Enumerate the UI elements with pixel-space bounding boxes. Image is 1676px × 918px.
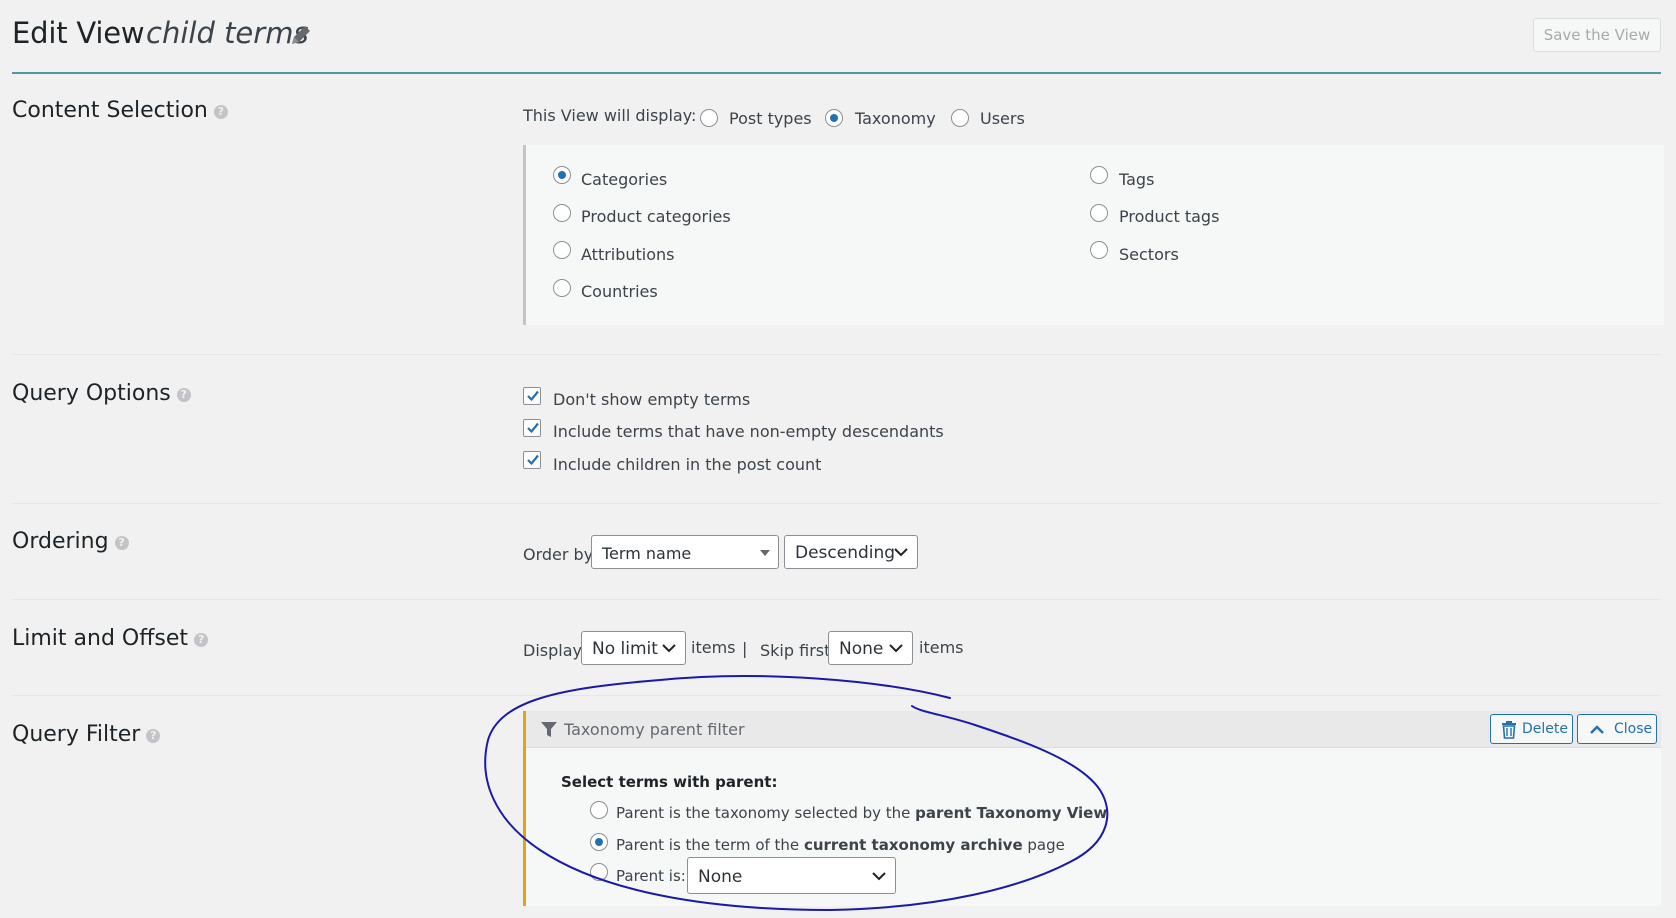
query-options-heading: Query Options? (12, 381, 191, 406)
option2-bold: current taxonomy archive (803, 836, 1023, 854)
section-divider (12, 354, 1661, 355)
question-mark-icon[interactable]: ? (114, 536, 129, 550)
save-view-button[interactable]: Save the View (1533, 18, 1661, 52)
query-filter-heading: Query Filter? (12, 722, 161, 747)
items-label: items (691, 638, 736, 657)
close-filter-button[interactable]: Close (1577, 714, 1657, 744)
question-mark-icon[interactable]: ? (146, 729, 161, 743)
limit-offset-label: Limit and Offset (12, 626, 189, 651)
radio-countries[interactable] (553, 279, 571, 297)
trash-icon (1502, 721, 1516, 739)
checkbox-children-count-label[interactable]: Include children in the post count (553, 455, 821, 474)
section-divider (12, 695, 1661, 696)
order-by-value: Term name (602, 544, 692, 563)
question-mark-icon[interactable]: ? (213, 105, 228, 119)
checkbox-hide-empty[interactable] (523, 387, 541, 405)
radio-post-types-label[interactable]: Post types (729, 109, 812, 128)
question-mark-icon[interactable]: ? (176, 388, 191, 402)
option2-suffix: page (1022, 836, 1065, 854)
ordering-label: Ordering (12, 529, 109, 554)
ordering-heading: Ordering? (12, 529, 129, 554)
section-divider (12, 599, 1661, 600)
checkbox-children-count[interactable] (523, 451, 541, 469)
option-current-archive[interactable]: Parent is the term of the current taxono… (616, 836, 1065, 854)
chevron-down-icon (662, 644, 676, 653)
parent-select-value: None (698, 867, 743, 887)
taxonomy-label-categories[interactable]: Categories (581, 170, 667, 189)
order-direction-value: Descending (795, 543, 896, 563)
chevron-down-icon (889, 644, 903, 653)
content-selection-heading: Content Selection? (12, 98, 228, 123)
radio-users[interactable] (951, 109, 969, 127)
page-title: Edit View (12, 16, 145, 50)
items-label-2: items (919, 638, 964, 657)
option1-bold: parent Taxonomy View (915, 804, 1108, 822)
pencil-icon[interactable] (288, 22, 318, 52)
taxonomy-label-product-categories[interactable]: Product categories (581, 207, 731, 226)
parent-select[interactable]: None (687, 857, 896, 894)
order-direction-select[interactable]: Descending (784, 535, 918, 569)
order-by-select[interactable]: Term name (591, 535, 779, 569)
filter-panel-header: Taxonomy parent filter Delete Close (526, 711, 1661, 748)
radio-current-archive[interactable] (590, 833, 608, 851)
radio-parent-taxonomy-view[interactable] (590, 801, 608, 819)
query-filter-label: Query Filter (12, 722, 141, 747)
radio-users-label[interactable]: Users (980, 109, 1025, 128)
skip-value: None (839, 639, 884, 659)
select-parent-heading: Select terms with parent: (561, 773, 778, 791)
chevron-up-icon (1590, 725, 1604, 734)
radio-taxonomy-label[interactable]: Taxonomy (855, 109, 936, 128)
limit-offset-heading: Limit and Offset? (12, 626, 209, 651)
query-options-label: Query Options (12, 381, 171, 406)
view-name[interactable]: child terms (146, 16, 309, 50)
chevron-down-icon (894, 548, 908, 557)
order-by-label: Order by (523, 545, 594, 564)
checkbox-non-empty-descendants-label[interactable]: Include terms that have non-empty descen… (553, 422, 944, 441)
taxonomy-label-tags[interactable]: Tags (1119, 170, 1154, 189)
option-parent-is[interactable]: Parent is: (616, 867, 686, 885)
limit-select[interactable]: No limit (581, 631, 686, 665)
taxonomy-label-countries[interactable]: Countries (581, 282, 658, 301)
page-header: Edit View child terms Save the View (12, 14, 1661, 74)
funnel-icon (540, 721, 558, 743)
filter-panel-title: Taxonomy parent filter (564, 720, 745, 739)
limit-value: No limit (592, 639, 658, 659)
radio-tags[interactable] (1090, 166, 1108, 184)
delete-filter-button[interactable]: Delete (1490, 714, 1573, 744)
separator: | (742, 639, 748, 658)
radio-sectors[interactable] (1090, 241, 1108, 259)
option2-text: Parent is the term of the (616, 836, 804, 854)
skip-select[interactable]: None (828, 631, 913, 665)
radio-post-types[interactable] (700, 109, 718, 127)
option-parent-taxonomy-view[interactable]: Parent is the taxonomy selected by the p… (616, 804, 1107, 822)
radio-product-categories[interactable] (553, 204, 571, 222)
taxonomy-label-attributions[interactable]: Attributions (581, 245, 675, 264)
edit-view-page: Edit View child terms Save the View Cont… (0, 0, 1676, 918)
checkbox-non-empty-descendants[interactable] (523, 419, 541, 437)
section-divider (12, 503, 1661, 504)
skip-first-label: Skip first (760, 641, 831, 660)
radio-product-tags[interactable] (1090, 204, 1108, 222)
display-label: This View will display: (523, 106, 697, 125)
caret-down-icon (760, 550, 770, 556)
taxonomy-label-product-tags[interactable]: Product tags (1119, 207, 1219, 226)
radio-taxonomy[interactable] (825, 109, 843, 127)
radio-attributions[interactable] (553, 241, 571, 259)
taxonomy-label-sectors[interactable]: Sectors (1119, 245, 1179, 264)
radio-parent-is[interactable] (590, 863, 608, 881)
display-count-label: Display (523, 641, 582, 660)
radio-categories[interactable] (553, 166, 571, 184)
delete-label: Delete (1522, 721, 1568, 737)
close-label: Close (1614, 721, 1653, 737)
checkbox-hide-empty-label[interactable]: Don't show empty terms (553, 390, 750, 409)
question-mark-icon[interactable]: ? (194, 633, 209, 647)
chevron-down-icon (872, 872, 886, 881)
option1-text: Parent is the taxonomy selected by the (616, 804, 916, 822)
taxonomy-parent-filter-panel: Taxonomy parent filter Delete Close Sele… (523, 711, 1661, 906)
content-selection-label: Content Selection (12, 98, 208, 123)
